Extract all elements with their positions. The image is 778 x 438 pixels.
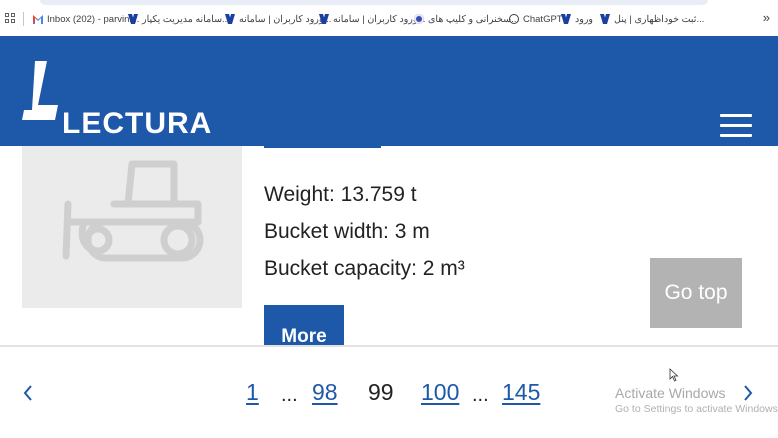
mouse-cursor-icon: [669, 368, 679, 382]
bookmark-label: ورود: [575, 13, 593, 25]
gmail-icon: [33, 15, 43, 24]
spec-weight: Weight: 13.759 t: [264, 183, 417, 206]
bookmark-gmail[interactable]: Inbox (202) - parvini...: [33, 12, 139, 26]
apps-grid-icon[interactable]: [5, 13, 15, 23]
chatgpt-icon: [509, 14, 519, 24]
spec-bucket-width: Bucket width: 3 m: [264, 220, 430, 243]
previous-more-button[interactable]: [264, 146, 381, 148]
university-icon: [128, 14, 138, 24]
more-bookmarks-button[interactable]: »: [763, 10, 770, 25]
tab-strip-edge: [40, 0, 708, 5]
page-link-prev[interactable]: 98: [312, 381, 338, 404]
pagination-ellipsis: ...: [281, 384, 298, 406]
university-icon: [561, 14, 571, 24]
page-link-last[interactable]: 145: [502, 381, 540, 404]
bookmark-label: ChatGPT: [523, 13, 563, 25]
bookmark-label: ورود کاربران | سامانه...: [333, 13, 426, 25]
bookmark-user-login[interactable]: ورود کاربران | سامانه...: [225, 12, 331, 26]
activate-windows-watermark: Activate Windows Go to Settings to activ…: [615, 386, 778, 415]
university-icon: [319, 14, 329, 24]
university-icon: [600, 14, 610, 24]
product-image-placeholder[interactable]: [22, 146, 242, 308]
chevron-left-icon[interactable]: [22, 383, 34, 403]
bookmark-label: سخنرانی و کلیپ های...: [428, 13, 520, 25]
page-link-first[interactable]: 1: [246, 381, 259, 404]
bookmark-label: سامانه مدیریت یکپار...: [142, 13, 230, 25]
bookmarks-separator: [23, 12, 24, 26]
bookmark-label: ورود کاربران | سامانه...: [239, 13, 332, 25]
bookmark-university-portal[interactable]: سامانه مدیریت یکپار...: [128, 12, 230, 26]
bookmark-self-declaration[interactable]: ثبت خوداظهاری | پنل...: [600, 12, 704, 26]
bookmark-lectures[interactable]: سخنرانی و کلیپ های...: [414, 12, 519, 26]
bookmark-chatgpt[interactable]: ChatGPT: [509, 12, 563, 26]
page-link-next[interactable]: 100: [421, 381, 459, 404]
pagination-ellipsis: ...: [472, 384, 489, 406]
sphere-icon: [414, 14, 424, 24]
site-header: LECTURA: [0, 36, 778, 146]
spec-bucket-capacity: Bucket capacity: 2 m³: [264, 257, 465, 280]
more-button[interactable]: More: [264, 305, 344, 345]
page-current: 99: [368, 379, 394, 405]
watermark-subtitle: Go to Settings to activate Windows.: [615, 403, 778, 415]
bookmark-label: Inbox (202) - parvini...: [47, 13, 140, 25]
watermark-title: Activate Windows: [615, 385, 726, 401]
hamburger-menu-icon[interactable]: [720, 114, 752, 138]
lectura-logo-icon[interactable]: [22, 61, 60, 120]
bulldozer-icon: [62, 160, 204, 262]
bookmark-login[interactable]: ورود: [561, 12, 593, 26]
brand-wordmark[interactable]: LECTURA: [62, 109, 212, 139]
university-icon: [225, 14, 235, 24]
bookmarks-bar: Inbox (202) - parvini... سامانه مدیریت ی…: [0, 0, 778, 36]
bookmark-label: ثبت خوداظهاری | پنل...: [614, 13, 705, 25]
browser-viewport: Inbox (202) - parvini... سامانه مدیریت ی…: [0, 0, 778, 438]
bookmark-user-login-2[interactable]: ورود کاربران | سامانه...: [319, 12, 425, 26]
go-top-button[interactable]: Go top: [650, 258, 742, 328]
